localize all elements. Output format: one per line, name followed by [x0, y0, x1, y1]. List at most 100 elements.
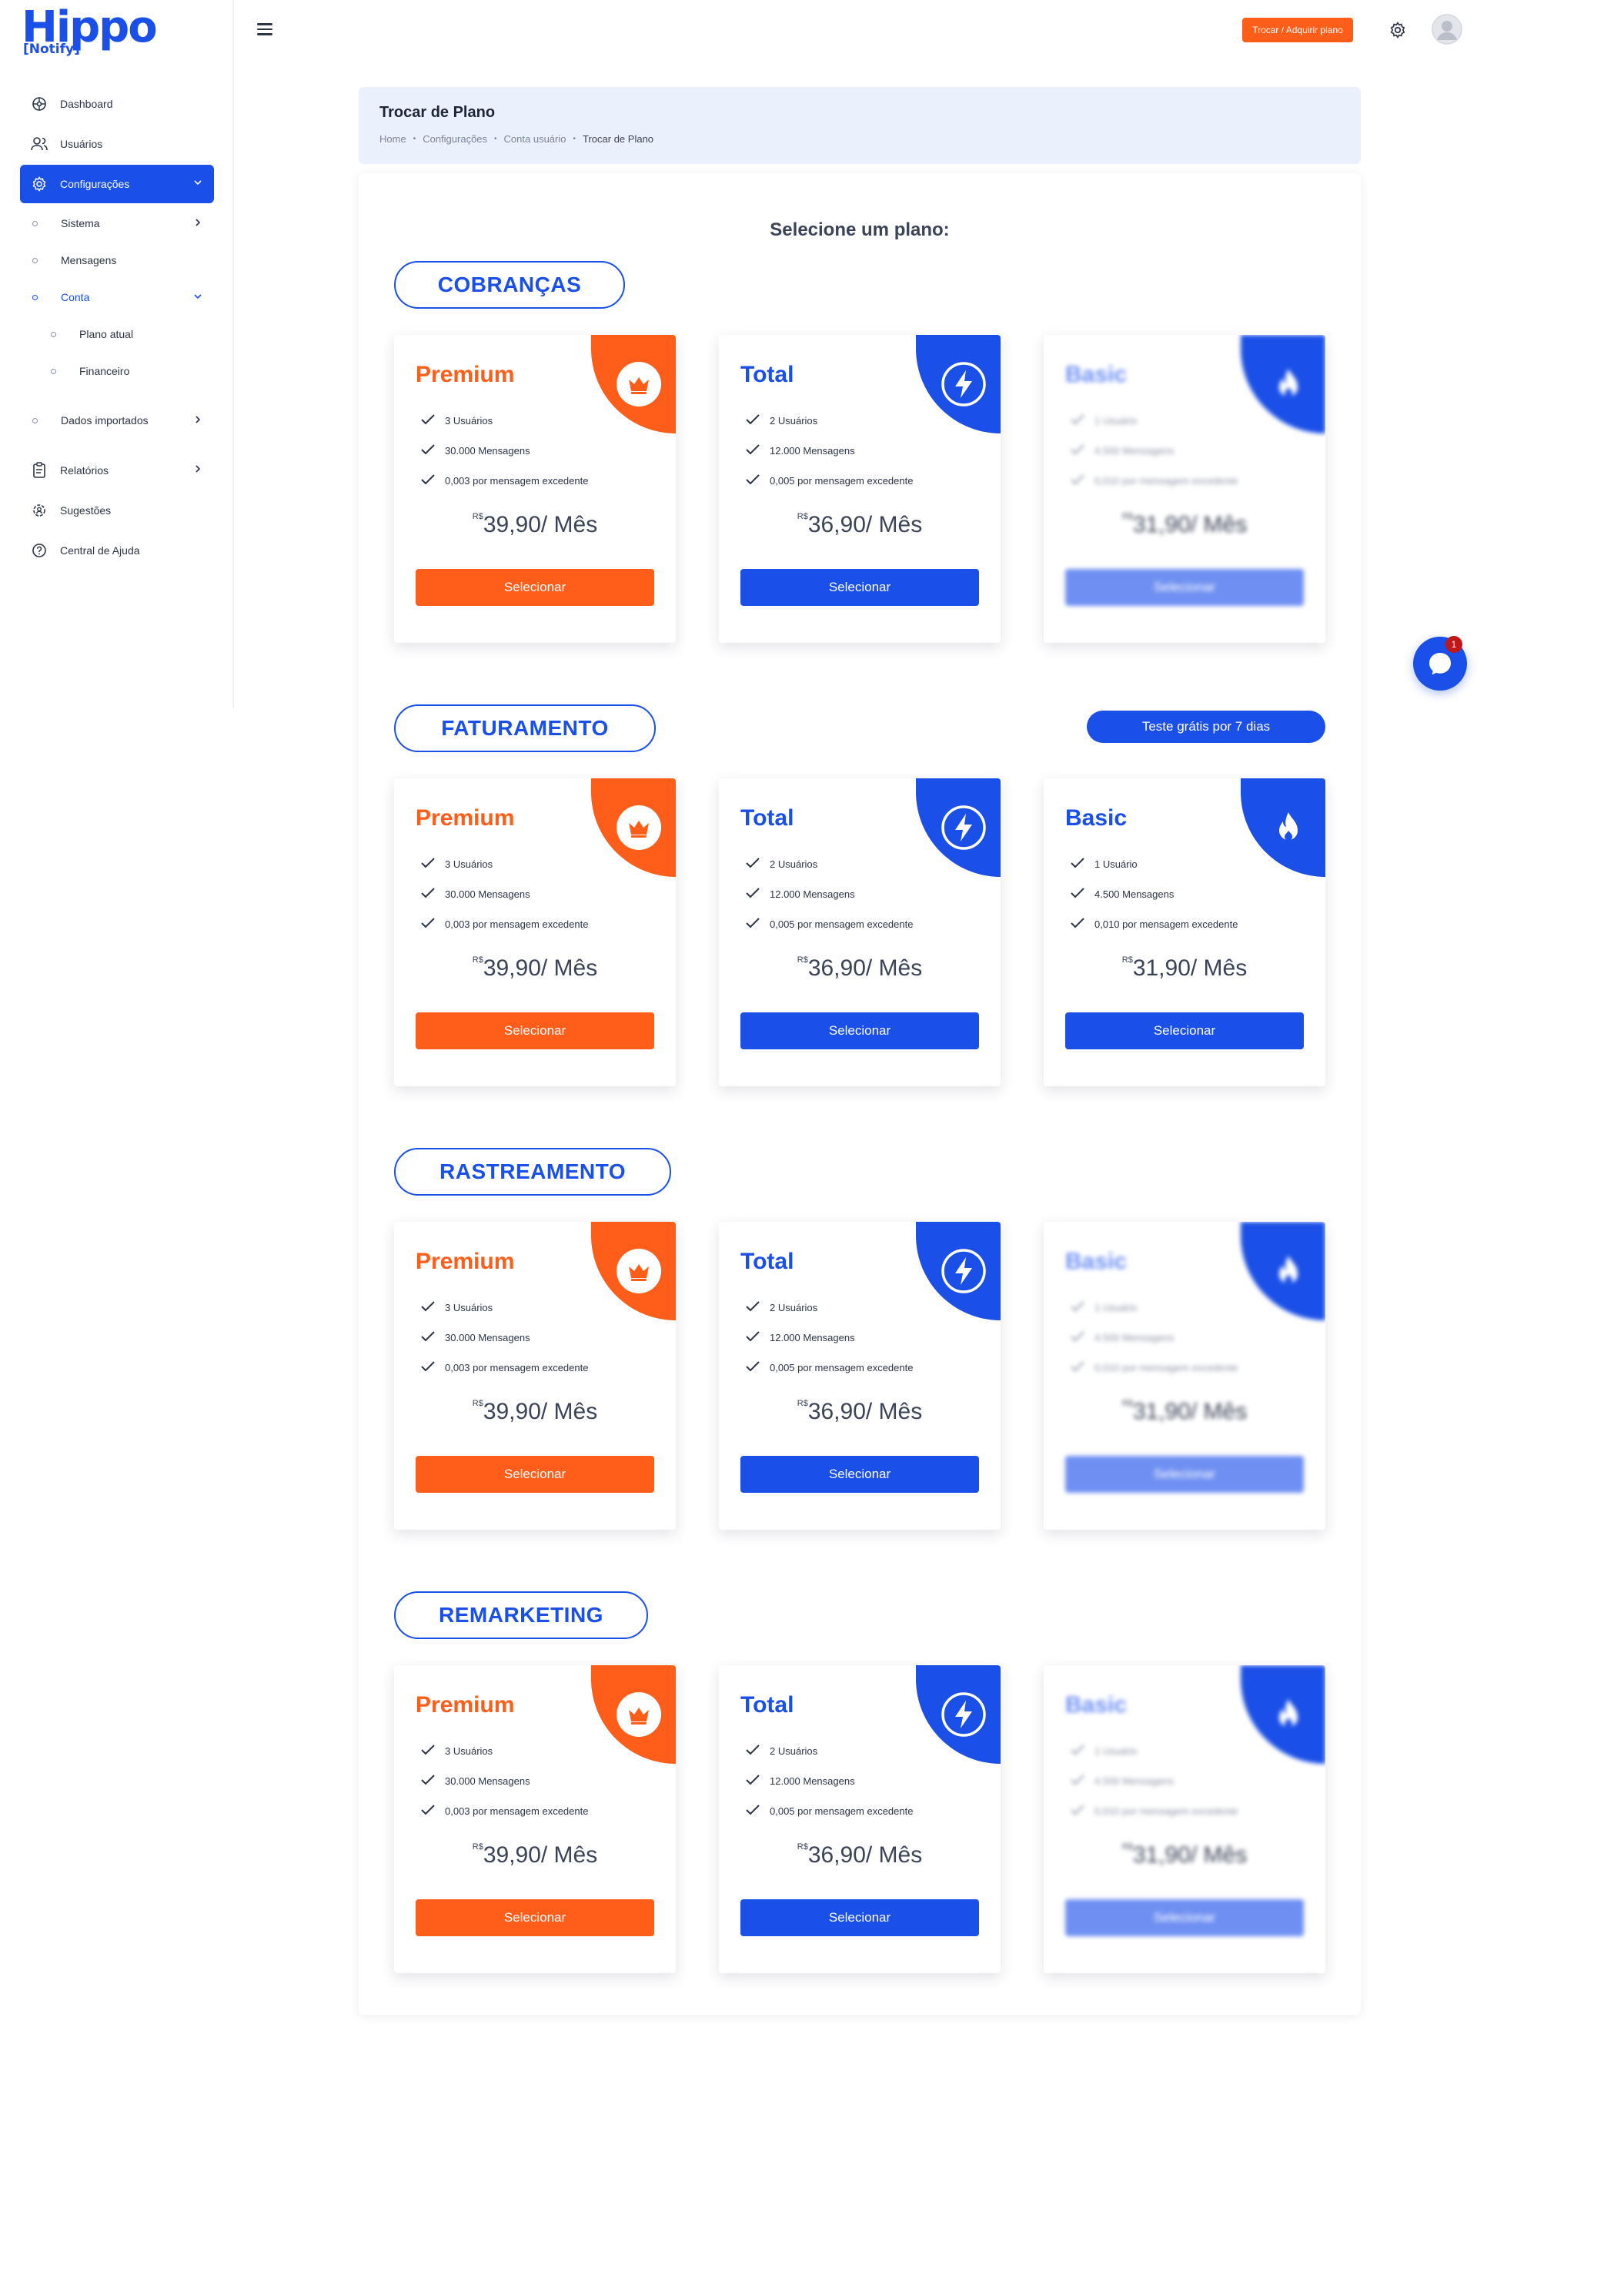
breadcrumb-separator: • — [573, 135, 576, 143]
section-title: COBRANÇAS — [394, 261, 625, 309]
sidebar-item-central-ajuda[interactable]: Central de Ajuda — [20, 531, 214, 570]
free-trial-button[interactable]: Teste grátis por 7 dias — [1087, 711, 1325, 743]
bullet-icon — [32, 257, 38, 263]
sidebar-item-usuarios[interactable]: Usuários — [20, 125, 214, 163]
plan-feature: 30.000 Mensagens — [420, 1323, 588, 1353]
check-icon — [1070, 1330, 1094, 1345]
sidebar-item-sugestoes[interactable]: Sugestões — [20, 491, 214, 530]
lightning-icon — [941, 1691, 987, 1738]
check-icon — [420, 1360, 445, 1375]
sidebar-sub-conta[interactable]: Conta — [20, 279, 214, 316]
sidebar-item-configuracoes[interactable]: Configurações — [20, 165, 214, 203]
gear-icon — [31, 176, 48, 192]
plan-feature-text: 2 Usuários — [770, 858, 818, 870]
plan-features: 3 Usuários 30.000 Mensagens 0,003 por mens… — [420, 1736, 588, 1826]
breadcrumb-conta-usuario[interactable]: Conta usuário — [504, 133, 566, 145]
plan-feature-text: 0,005 por mensagem excedente — [770, 475, 914, 487]
fire-icon — [1265, 805, 1312, 851]
plan-feature-text: 30.000 Mensagens — [445, 445, 530, 457]
check-icon — [1070, 1300, 1094, 1315]
section-title: RASTREAMENTO — [394, 1148, 671, 1196]
sidebar-item-relatorios[interactable]: Relatórios — [20, 451, 214, 490]
check-icon — [420, 1774, 445, 1788]
select-plan-button[interactable]: Selecionar — [740, 1456, 979, 1493]
plan-feature: 1 Usuário — [1070, 1736, 1238, 1766]
avatar[interactable] — [1432, 14, 1462, 45]
select-plan-button[interactable]: Selecionar — [740, 1899, 979, 1936]
plan-currency: R$ — [1121, 1399, 1133, 1408]
crown-icon — [616, 805, 662, 851]
hippo-logo[interactable]: Hippo [Notify] — [22, 5, 168, 60]
breadcrumb-configuracoes[interactable]: Configurações — [423, 133, 487, 145]
sidebar-sub-mensagens[interactable]: Mensagens — [20, 242, 214, 279]
check-icon — [745, 1744, 770, 1758]
select-plan-button[interactable]: Selecionar — [740, 1012, 979, 1049]
plan-currency: R$ — [1121, 1842, 1133, 1852]
page-header: Trocar de Plano Home • Configurações • C… — [359, 87, 1361, 164]
plan-feature: 0,010 por mensagem excedente — [1070, 466, 1238, 496]
sidebar-sub-dados-importados[interactable]: Dados importados — [20, 402, 214, 439]
plan-feature-text: 0,010 por mensagem excedente — [1094, 1805, 1238, 1817]
sidebar-item-label: Dashboard — [60, 98, 113, 110]
plan-card-total: Total 2 Usuários 12.000 Mensagens 0,005 por… — [719, 1222, 1001, 1530]
plan-cards: Premium 3 Usuários 30.000 Mensagens 0,003 p… — [394, 1665, 1325, 1973]
plan-price-amount: 39,90/ Mês — [483, 1399, 598, 1424]
plan-feature: 30.000 Mensagens — [420, 1766, 588, 1796]
select-plan-button[interactable]: Selecionar — [1065, 1012, 1304, 1049]
check-icon — [745, 473, 770, 488]
plan-feature: 0,003 por mensagem excedente — [420, 1796, 588, 1826]
plan-feature: 0,003 por mensagem excedente — [420, 909, 588, 939]
section-title: FATURAMENTO — [394, 704, 656, 752]
select-plan-button[interactable]: Selecionar — [416, 1899, 654, 1936]
change-plan-button[interactable]: Trocar / Adquirir plano — [1242, 18, 1353, 42]
sidebar-item-label: Relatórios — [60, 464, 109, 477]
bullet-icon — [51, 368, 56, 374]
sidebar-item-label: Central de Ajuda — [60, 544, 140, 557]
plan-feature-text: 0,005 por mensagem excedente — [770, 1362, 914, 1373]
plan-feature: 3 Usuários — [420, 1293, 588, 1323]
chevron-down-icon — [192, 291, 203, 304]
check-icon — [1070, 443, 1094, 458]
breadcrumb-separator: • — [413, 135, 416, 143]
lightning-icon — [941, 361, 987, 407]
plan-card-basic: Basic 1 Usuário 4.500 Mensagens 0,010 por m… — [1044, 335, 1325, 643]
sidebar-sub-plano-atual[interactable]: Plano atual — [20, 316, 214, 353]
plan-name: Premium — [416, 805, 515, 831]
plan-currency: R$ — [1121, 512, 1133, 521]
plan-feature-text: 12.000 Mensagens — [770, 1775, 855, 1787]
sidebar-nav: Dashboard Usuários Configurações Sistema — [20, 85, 214, 571]
fire-icon — [1265, 1691, 1312, 1738]
plan-features: 3 Usuários 30.000 Mensagens 0,003 por mens… — [420, 1293, 588, 1383]
check-icon — [745, 1804, 770, 1818]
chat-notification-badge: 1 — [1445, 636, 1462, 653]
bullet-icon — [51, 331, 56, 337]
plan-feature: 2 Usuários — [745, 406, 913, 436]
plan-feature: 1 Usuário — [1070, 406, 1238, 436]
bullet-icon — [32, 220, 38, 226]
menu-toggle-icon[interactable] — [257, 23, 272, 35]
select-plan-button[interactable]: Selecionar — [416, 569, 654, 606]
settings-gear-icon[interactable] — [1389, 22, 1406, 42]
plan-feature: 4.500 Mensagens — [1070, 1766, 1238, 1796]
plan-feature: 0,010 por mensagem excedente — [1070, 1796, 1238, 1826]
plan-features: 1 Usuário 4.500 Mensagens 0,010 por mensag… — [1070, 406, 1238, 496]
breadcrumb-home[interactable]: Home — [379, 133, 406, 145]
sidebar-sub-financeiro[interactable]: Financeiro — [20, 353, 214, 390]
plan-feature: 12.000 Mensagens — [745, 1766, 913, 1796]
plan-feature-text: 0,003 por mensagem excedente — [445, 1362, 589, 1373]
check-icon — [420, 917, 445, 932]
sidebar-sub-sistema[interactable]: Sistema — [20, 205, 214, 242]
sidebar-item-dashboard[interactable]: Dashboard — [20, 85, 214, 123]
plan-feature-text: 2 Usuários — [770, 415, 818, 427]
plan-price-amount: 31,90/ Mês — [1132, 955, 1248, 981]
plan-feature: 0,003 por mensagem excedente — [420, 466, 588, 496]
plan-card-basic: Basic 1 Usuário 4.500 Mensagens 0,010 por m… — [1044, 1222, 1325, 1530]
select-plan-button[interactable]: Selecionar — [740, 569, 979, 606]
sidebar-item-label: Sugestões — [60, 504, 112, 517]
select-plan-button[interactable]: Selecionar — [416, 1456, 654, 1493]
plan-price-amount: 36,90/ Mês — [807, 512, 923, 537]
sidebar-sub-label: Conta — [61, 291, 90, 303]
plan-features: 2 Usuários 12.000 Mensagens 0,005 por mens… — [745, 1293, 913, 1383]
select-plan-button[interactable]: Selecionar — [416, 1012, 654, 1049]
plan-card-total: Total 2 Usuários 12.000 Mensagens 0,005 por… — [719, 778, 1001, 1086]
